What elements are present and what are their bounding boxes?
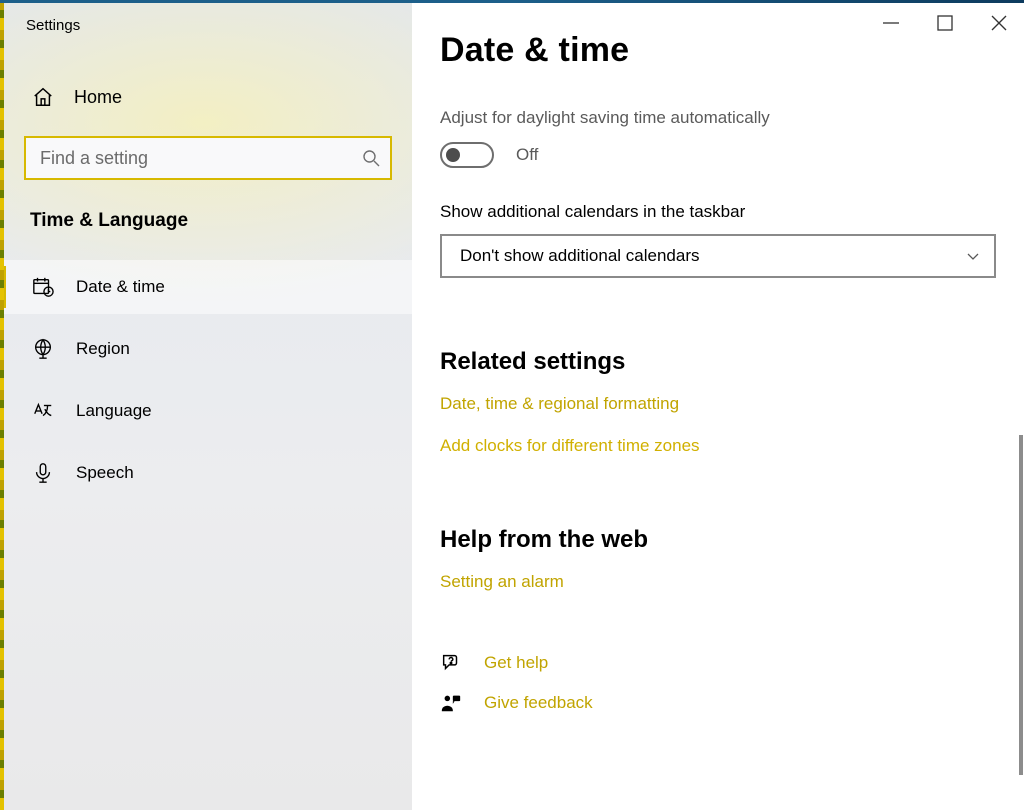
home-icon — [32, 86, 54, 108]
maximize-button[interactable] — [936, 14, 954, 32]
dst-toggle-row: Off — [440, 142, 1024, 168]
get-help-link[interactable]: Get help — [440, 652, 1024, 674]
close-button[interactable] — [990, 14, 1008, 32]
help-from-web-heading: Help from the web — [440, 526, 1024, 554]
calendars-label: Show additional calendars in the taskbar — [440, 202, 1024, 222]
give-feedback-link[interactable]: Give feedback — [440, 692, 1024, 714]
sidebar-item-date-time[interactable]: Date & time — [4, 260, 412, 314]
page-title: Date & time — [440, 31, 1024, 70]
dst-label: Adjust for daylight saving time automati… — [440, 108, 1024, 128]
feedback-person-icon — [440, 692, 462, 714]
scrollbar[interactable] — [1019, 435, 1023, 775]
sidebar-item-label: Speech — [76, 463, 134, 483]
sidebar: Settings Home Time & Language Date & tim… — [4, 3, 412, 810]
sidebar-item-home[interactable]: Home — [4, 34, 412, 136]
link-date-time-formatting[interactable]: Date, time & regional formatting — [440, 394, 679, 414]
language-icon — [32, 400, 54, 422]
window-top-accent — [0, 0, 1024, 3]
dst-toggle[interactable] — [440, 142, 494, 168]
calendar-clock-icon — [32, 276, 54, 298]
get-help-label: Get help — [484, 653, 548, 673]
calendars-dropdown[interactable]: Don't show additional calendars — [440, 234, 996, 278]
search-icon — [362, 149, 380, 167]
calendars-selected: Don't show additional calendars — [460, 246, 700, 266]
related-settings-heading: Related settings — [440, 348, 1024, 376]
sidebar-item-label: Date & time — [76, 277, 165, 297]
home-label: Home — [74, 87, 122, 108]
window-controls — [882, 14, 1008, 32]
globe-icon — [32, 338, 54, 360]
microphone-icon — [32, 462, 54, 484]
search-input[interactable] — [24, 136, 392, 180]
search-container — [24, 136, 392, 180]
chevron-down-icon — [966, 249, 980, 263]
left-edge-strip — [0, 0, 4, 810]
category-heading: Time & Language — [4, 210, 412, 232]
link-add-clocks[interactable]: Add clocks for different time zones — [440, 436, 700, 456]
sidebar-item-language[interactable]: Language — [4, 384, 412, 438]
help-chat-icon — [440, 652, 462, 674]
app-title: Settings — [4, 3, 412, 34]
sidebar-item-region[interactable]: Region — [4, 322, 412, 376]
minimize-button[interactable] — [882, 14, 900, 32]
dst-toggle-state: Off — [516, 145, 538, 165]
main-content: Date & time Adjust for daylight saving t… — [412, 3, 1024, 810]
sidebar-item-label: Region — [76, 339, 130, 359]
sidebar-item-label: Language — [76, 401, 152, 421]
link-setting-alarm[interactable]: Setting an alarm — [440, 572, 564, 592]
sidebar-item-speech[interactable]: Speech — [4, 446, 412, 500]
give-feedback-label: Give feedback — [484, 693, 593, 713]
